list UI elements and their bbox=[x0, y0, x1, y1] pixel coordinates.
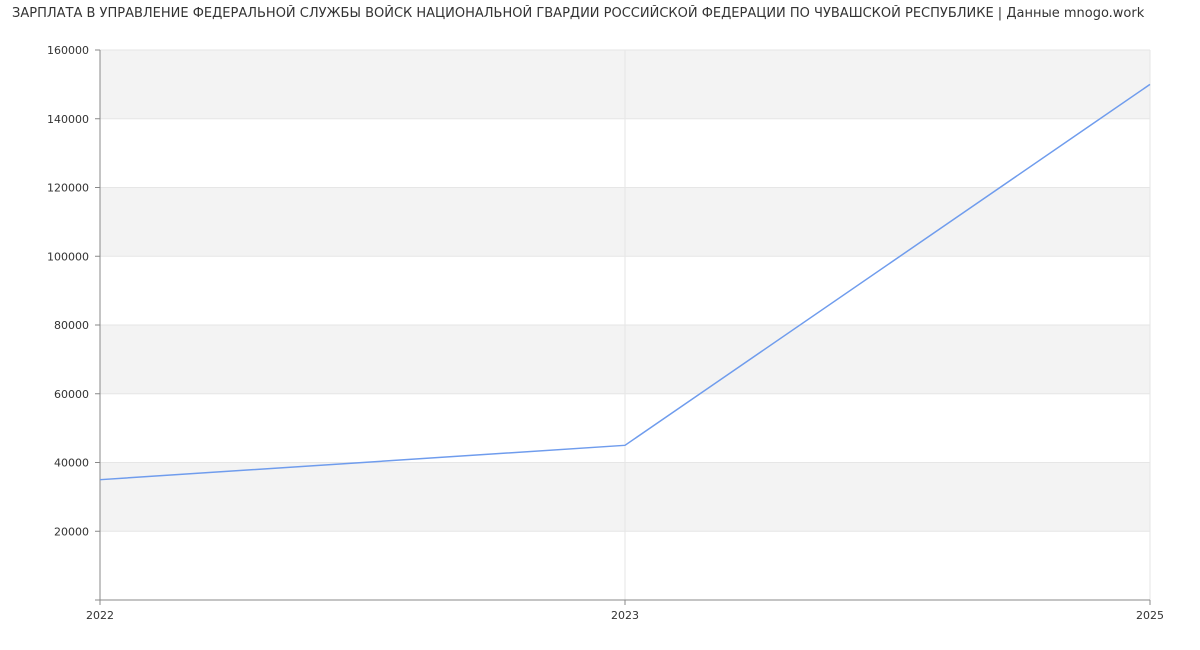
x-tick-label: 2023 bbox=[611, 609, 639, 622]
y-tick-label: 80000 bbox=[54, 319, 89, 332]
x-tick-label: 2025 bbox=[1136, 609, 1164, 622]
y-tick-label: 40000 bbox=[54, 457, 89, 470]
y-axis-ticks: 20000 40000 60000 80000 100000 120000 140000 16… bbox=[47, 44, 100, 601]
y-tick-label: 20000 bbox=[54, 525, 89, 538]
y-tick-label: 140000 bbox=[47, 113, 89, 126]
y-tick-label: 120000 bbox=[47, 182, 89, 195]
y-tick-label: 100000 bbox=[47, 250, 89, 263]
x-axis-ticks: 2022 2023 2025 bbox=[86, 600, 1164, 622]
x-tick-label: 2022 bbox=[86, 609, 114, 622]
y-tick-label: 160000 bbox=[47, 44, 89, 57]
y-tick-label: 60000 bbox=[54, 388, 89, 401]
line-chart: 20000 40000 60000 80000 100000 120000 140000 16… bbox=[47, 44, 1164, 622]
